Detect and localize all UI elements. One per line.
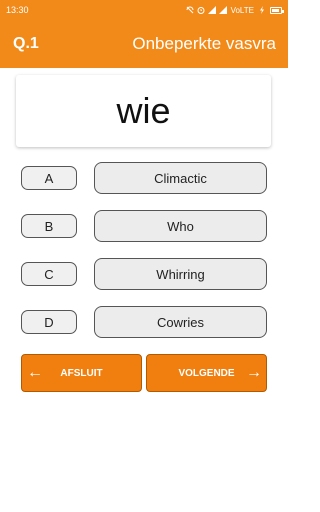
app-bar: Q.1 Onbeperkte vasvra — [0, 20, 288, 68]
quit-label: AFSLUIT — [60, 367, 103, 379]
app-title: Onbeperkte vasvra — [132, 34, 276, 53]
next-label: VOLGENDE — [178, 367, 235, 379]
network-label: VoLTE — [230, 5, 254, 15]
answer-option-b[interactable]: Who — [94, 210, 267, 242]
question-word: wie — [116, 90, 171, 131]
battery-icon — [270, 6, 284, 14]
question-card: wie — [16, 75, 271, 147]
status-bar: 13:30 VoLTE — [0, 0, 288, 20]
arrow-left-icon: ← — [27, 364, 43, 381]
status-time: 13:30 — [6, 5, 29, 15]
signal-icon-2 — [218, 6, 227, 14]
answer-option-c[interactable]: Whirring — [94, 258, 267, 290]
answer-option-d[interactable]: Cowries — [94, 306, 267, 338]
next-button[interactable]: VOLGENDE → — [146, 354, 267, 392]
arrow-right-icon: → — [246, 364, 262, 381]
no-sync-icon — [186, 6, 194, 14]
answer-option-a[interactable]: Climactic — [94, 162, 267, 194]
option-letter-a[interactable]: A — [21, 166, 77, 190]
option-letter-d[interactable]: D — [21, 310, 77, 334]
option-letter-c[interactable]: C — [21, 262, 77, 286]
status-icons — [186, 6, 227, 14]
option-letter-b[interactable]: B — [21, 214, 77, 238]
signal-icon — [207, 6, 216, 14]
question-number: Q.1 — [13, 35, 39, 52]
alarm-icon — [197, 7, 205, 14]
quit-button[interactable]: ← AFSLUIT — [21, 354, 142, 392]
status-right: VoLTE — [186, 5, 284, 15]
charging-icon — [260, 6, 264, 14]
